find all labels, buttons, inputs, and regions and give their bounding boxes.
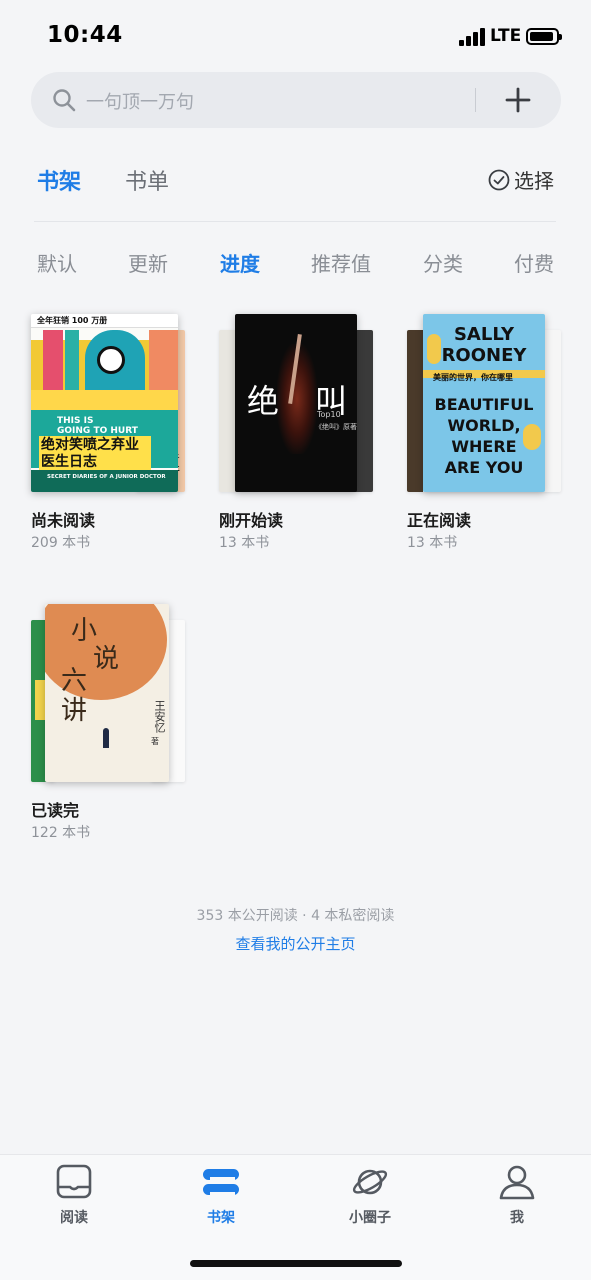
group-count: 13 本书 bbox=[407, 535, 458, 551]
sort-updated[interactable]: 更新 bbox=[128, 248, 168, 277]
search-placeholder: 一句顶一万句 bbox=[86, 92, 194, 113]
shelf-group-reading[interactable]: SALLY ROONEY 美丽的世界，你在哪里 BEAUTIFUL WORLD, WH… bbox=[407, 312, 561, 551]
sort-recommend[interactable]: 推荐值 bbox=[311, 248, 371, 277]
book-stack: 着行 全年狂销 100 万册 THIS ISGOING TO HURT 绝对笑喷… bbox=[31, 312, 185, 492]
public-profile-link[interactable]: 查看我的公开主页 bbox=[0, 933, 591, 954]
book-cover-front: 小 说 六 讲 王安忆 著 bbox=[45, 604, 169, 782]
status-bar: 10:44 LTE bbox=[0, 0, 591, 72]
group-title: 刚开始读 bbox=[219, 511, 284, 530]
cover-author-suffix: 著 bbox=[151, 737, 159, 746]
bookshelf-icon bbox=[203, 1169, 239, 1195]
cover-cn-title: 美丽的世界，你在哪里 bbox=[433, 373, 513, 382]
group-title: 尚未阅读 bbox=[31, 511, 96, 530]
network-type: LTE bbox=[490, 26, 522, 46]
book-cover-front: 绝 叫 Top10 《绝叫》原著 bbox=[235, 314, 357, 492]
sort-progress[interactable]: 进度 bbox=[220, 248, 260, 277]
cover-subtitle: SECRET DIARIES OF A JUNIOR DOCTOR bbox=[47, 474, 166, 480]
book-icon bbox=[56, 1164, 92, 1199]
signal-icon bbox=[459, 28, 485, 46]
select-button[interactable]: 选择 bbox=[488, 165, 554, 194]
sort-category[interactable]: 分类 bbox=[423, 248, 463, 277]
book-stack: 小 说 六 讲 王安忆 著 bbox=[31, 602, 185, 782]
cover-tagline: 全年狂销 100 万册 bbox=[37, 316, 108, 325]
select-label: 选择 bbox=[514, 169, 554, 193]
book-cover-front: 全年狂销 100 万册 THIS IS GOING TO HURT 绝对笑喷之弃业… bbox=[31, 314, 178, 492]
nav-item-me[interactable]: 我 bbox=[472, 1163, 562, 1227]
nav-item-bookshelf[interactable]: 书架 bbox=[176, 1163, 266, 1227]
group-count: 13 本书 bbox=[219, 535, 270, 551]
check-circle-icon bbox=[488, 169, 510, 190]
nav-label: 阅读 bbox=[60, 1210, 88, 1226]
cover-title-left: 绝 bbox=[247, 382, 280, 420]
book-cover-front: SALLY ROONEY 美丽的世界，你在哪里 BEAUTIFUL WORLD, WH… bbox=[423, 314, 545, 492]
cover-cn-title: 绝对笑喷之弃业医生日志 bbox=[39, 436, 151, 472]
cover-author: 王安忆 bbox=[153, 700, 166, 733]
cover-author: SALLY ROONEY bbox=[441, 324, 527, 366]
cover-meta-2: 《绝叫》原著 bbox=[315, 423, 357, 431]
cover-meta-1: Top10 bbox=[317, 410, 341, 419]
book-stack: 绝 叫 Top10 《绝叫》原著 bbox=[219, 312, 373, 492]
group-title: 已读完 bbox=[31, 801, 80, 820]
nav-label: 书架 bbox=[207, 1210, 235, 1226]
nav-label: 小圈子 bbox=[349, 1210, 391, 1226]
shelf-group-finished[interactable]: 小 说 六 讲 王安忆 著 已读完 122 本书 bbox=[31, 602, 185, 841]
reading-stats: 353 本公开阅读 · 4 本私密阅读 bbox=[196, 908, 395, 924]
search-icon bbox=[53, 89, 76, 112]
cover-english-title: THIS IS GOING TO HURT bbox=[57, 416, 138, 436]
group-count: 209 本书 bbox=[31, 535, 91, 551]
sort-default[interactable]: 默认 bbox=[37, 248, 77, 277]
shelf-group-unread[interactable]: 着行 全年狂销 100 万册 THIS ISGOING TO HURT 绝对笑喷… bbox=[31, 312, 185, 551]
cover-title-char: 讲 bbox=[61, 696, 88, 726]
shelf-group-just-started[interactable]: 绝 叫 Top10 《绝叫》原著 刚开始读 13 本书 bbox=[219, 312, 373, 551]
add-icon[interactable] bbox=[503, 85, 533, 115]
group-title: 正在阅读 bbox=[407, 511, 472, 530]
home-indicator[interactable] bbox=[190, 1260, 402, 1267]
nav-label: 我 bbox=[510, 1210, 524, 1226]
planet-icon bbox=[352, 1169, 388, 1195]
tab-booklist[interactable]: 书单 bbox=[125, 164, 169, 196]
sort-paid[interactable]: 付费 bbox=[514, 248, 554, 277]
tab-bookshelf[interactable]: 书架 bbox=[37, 164, 81, 196]
book-stack: SALLY ROONEY 美丽的世界，你在哪里 BEAUTIFUL WORLD, WH… bbox=[407, 312, 561, 492]
status-time: 10:44 bbox=[47, 22, 123, 48]
nav-item-circle[interactable]: 小圈子 bbox=[325, 1163, 415, 1227]
search-divider bbox=[475, 88, 476, 112]
person-icon bbox=[499, 1165, 535, 1200]
group-count: 122 本书 bbox=[31, 825, 91, 841]
battery-icon bbox=[526, 28, 562, 45]
nav-item-read[interactable]: 阅读 bbox=[29, 1163, 119, 1227]
tabs-divider bbox=[34, 221, 556, 222]
cover-title-char: 说 bbox=[93, 644, 120, 674]
